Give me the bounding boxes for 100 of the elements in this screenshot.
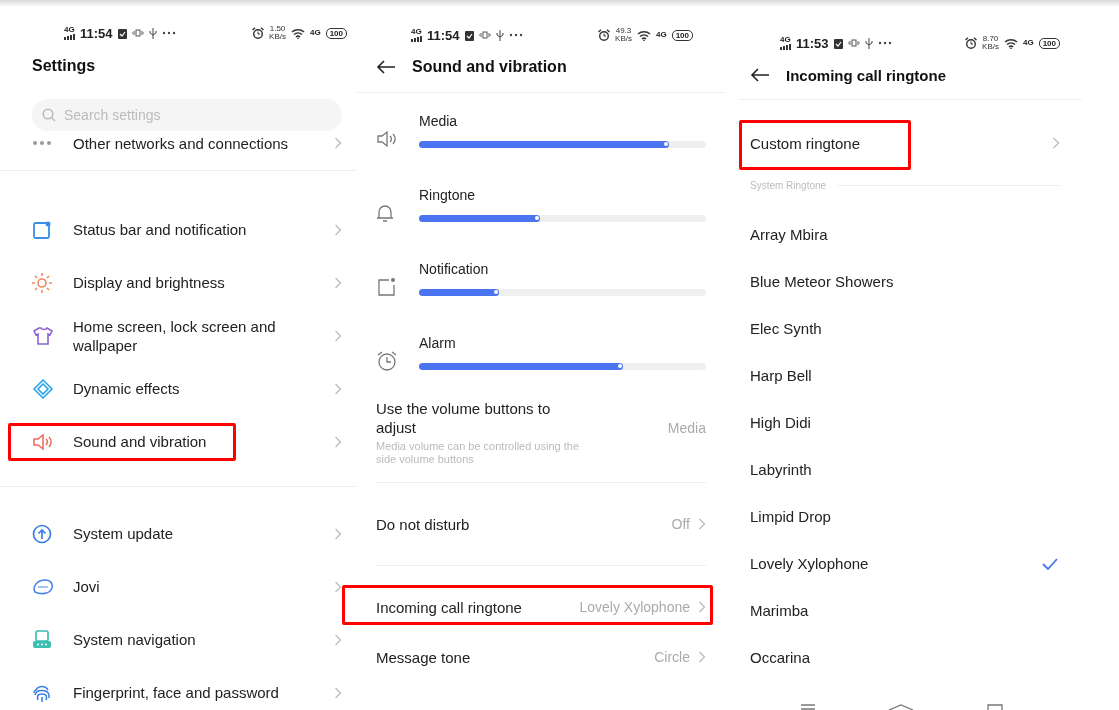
ringtone-item[interactable]: Harp Bell (750, 352, 1060, 399)
back-arrow-icon (750, 68, 770, 82)
vibrate-icon (478, 31, 491, 39)
alarm-icon (252, 27, 265, 39)
section-header: System Ringtone (750, 180, 827, 191)
volume-slider[interactable] (419, 362, 706, 370)
settings-item[interactable]: Message tone Circle (376, 632, 706, 682)
speaker-icon (376, 130, 398, 148)
ringtone-item[interactable]: Labyrinth (750, 446, 1060, 493)
back-arrow-icon (376, 60, 396, 74)
item-value: Lovely Xylophone (579, 599, 690, 615)
navigation-bar-icon (32, 629, 52, 650)
network-label: 4G (780, 36, 791, 44)
ringtone-item[interactable]: Blue Meteor Showers (750, 258, 1060, 305)
battery-level: 100 (671, 29, 693, 41)
back-icon (986, 704, 1004, 710)
settings-item[interactable]: Dynamic effects (32, 362, 342, 415)
speed-value: 49.3 (615, 27, 632, 35)
page-title: Incoming call ringtone (786, 66, 946, 84)
volume-label: Media (419, 112, 459, 129)
shirt-icon (32, 325, 54, 346)
alarm-clock-icon (376, 350, 398, 372)
alarm-icon (598, 29, 611, 41)
ringtone-item[interactable]: Lovely Xylophone (750, 540, 1060, 587)
signal-icon (780, 44, 791, 50)
data-label: 4G (1022, 39, 1034, 47)
settings-item[interactable]: Incoming call ringtone Lovely Xylophone (376, 582, 706, 632)
search-placeholder: Search settings (64, 107, 161, 123)
speaker-icon (32, 432, 54, 451)
page-title: Sound and vibration (412, 58, 567, 76)
volume-slider[interactable] (419, 288, 706, 296)
settings-item[interactable]: Sound and vibration (32, 415, 342, 468)
notification-icon (376, 277, 396, 297)
usb-icon (864, 37, 873, 49)
chevron-icon (334, 527, 342, 540)
speed-unit: KB/s (615, 35, 632, 43)
bell-icon (376, 203, 394, 223)
speed-unit: KB/s (269, 33, 286, 41)
volume-label: Notification (419, 260, 490, 277)
vibrate-icon (131, 29, 144, 37)
status-time: 11:54 (427, 27, 460, 43)
item-description: Media volume can be controlled using the side volume buttons (376, 440, 580, 466)
ringtone-item[interactable]: Elec Synth (750, 305, 1060, 352)
chevron-icon (1052, 137, 1060, 149)
settings-item[interactable]: Other networks and connections (32, 131, 342, 155)
network-label: 4G (411, 28, 422, 36)
settings-item[interactable]: Fingerprint, face and password (32, 666, 342, 710)
speed-value: 1.50 (269, 25, 286, 33)
ringtone-item[interactable]: High Didi (750, 399, 1060, 446)
chevron-icon (334, 686, 342, 699)
ringtone-item[interactable]: Marimba (750, 587, 1060, 634)
signal-icon (64, 34, 75, 40)
chevron-icon (334, 633, 342, 646)
volume-slider[interactable] (419, 214, 706, 222)
ringtone-item[interactable]: Occarina (750, 634, 1060, 681)
battery-check-icon (833, 37, 843, 49)
alarm-icon (965, 37, 978, 49)
volume-label: Alarm (419, 334, 457, 351)
arrow-circle-icon (32, 523, 52, 544)
speed-value: 8.70 (982, 35, 999, 43)
page-title: Settings (32, 57, 97, 75)
status-bar-icon (32, 219, 52, 240)
chevron-icon (334, 329, 342, 342)
search-icon (42, 108, 56, 122)
chevron-icon (334, 580, 342, 593)
chevron-icon (698, 518, 706, 530)
item-value: Off (671, 516, 690, 532)
chevron-icon (334, 435, 342, 448)
chevron-icon (698, 601, 706, 613)
battery-level: 100 (1038, 37, 1060, 49)
item-value: Circle (654, 649, 690, 665)
usb-icon (495, 29, 504, 41)
menu-icon (800, 704, 816, 710)
settings-item[interactable]: Do not disturb Off (376, 499, 706, 549)
settings-item[interactable]: Jovi (32, 560, 342, 613)
settings-item[interactable]: Home screen, lock screen and wallpaper (32, 309, 342, 362)
status-time: 11:53 (796, 35, 829, 51)
vibrate-icon (847, 39, 860, 47)
battery-check-icon (464, 29, 474, 41)
item-value: Media (667, 419, 706, 436)
volume-label: Ringtone (419, 186, 477, 203)
more-icon (877, 41, 892, 45)
settings-item[interactable]: Display and brightness (32, 256, 342, 309)
settings-item[interactable]: Status bar and notification (32, 203, 342, 256)
chevron-icon (698, 651, 706, 663)
more-icon (508, 33, 523, 37)
settings-item[interactable]: Use the volume buttons to adjust Media volume can be controlled using the side volume buttons Media (376, 399, 706, 466)
settings-item[interactable]: System navigation (32, 613, 342, 666)
ringtone-item[interactable]: Limpid Drop (750, 493, 1060, 540)
wifi-icon (636, 29, 651, 41)
battery-check-icon (117, 27, 127, 39)
home-icon (888, 704, 914, 710)
chevron-icon (334, 382, 342, 395)
status-time: 11:54 (80, 25, 113, 41)
chevron-icon (334, 223, 342, 236)
ringtone-item[interactable]: Array Mbira (750, 211, 1060, 258)
diamond-icon (32, 378, 54, 399)
usb-icon (148, 27, 157, 39)
settings-item[interactable]: System update (32, 507, 342, 560)
speed-unit: KB/s (982, 43, 999, 51)
